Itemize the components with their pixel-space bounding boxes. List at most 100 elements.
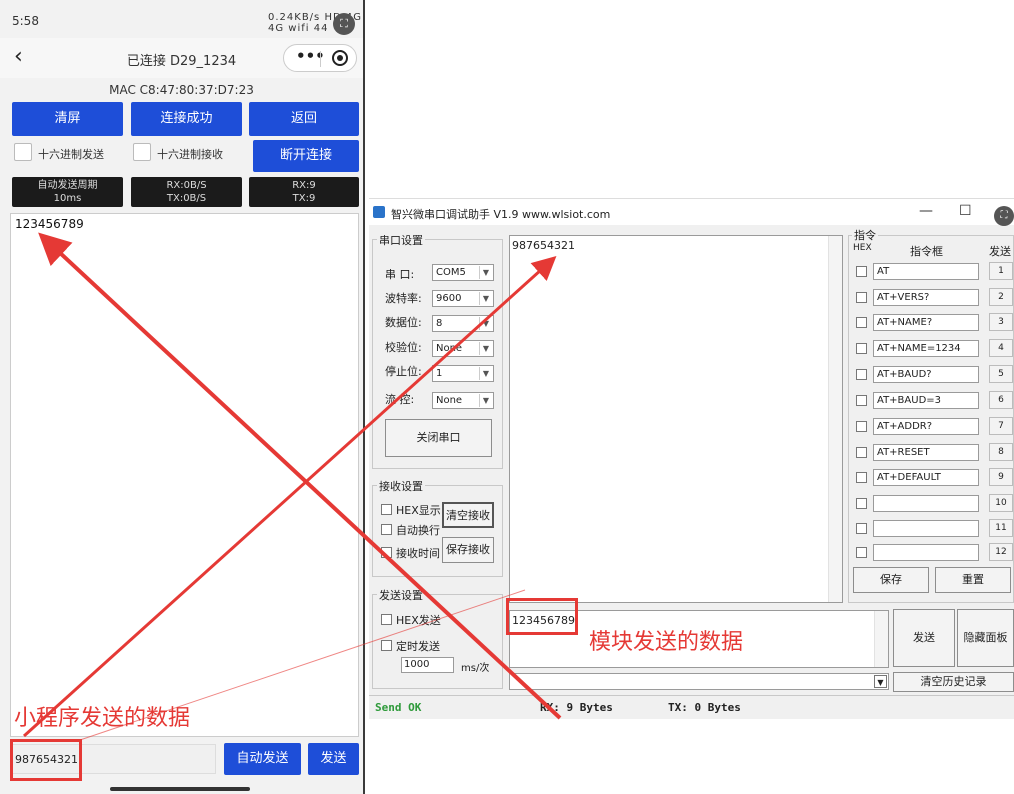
- chevron-down-icon: ▼: [874, 675, 887, 688]
- history-select[interactable]: ▼: [509, 673, 889, 690]
- chevron-down-icon: ▼: [479, 266, 492, 279]
- clear-receive-button[interactable]: 清空接收: [442, 502, 494, 528]
- nav-bar: ‹ 已连接 D29_1234 •••: [0, 38, 363, 78]
- cmd-input[interactable]: AT+VERS?: [873, 289, 979, 306]
- cmd-hex-checkbox[interactable]: [856, 547, 867, 558]
- baud-select[interactable]: 9600 ▼: [432, 290, 494, 307]
- hex-send-checkbox[interactable]: [381, 614, 392, 625]
- cmd-input[interactable]: AT+RESET: [873, 444, 979, 461]
- cmd-send-button[interactable]: 8: [989, 443, 1013, 461]
- clear-screen-button[interactable]: 清屏: [12, 102, 123, 136]
- cmd-input[interactable]: AT+DEFAULT: [873, 469, 979, 486]
- receive-area[interactable]: 123456789: [10, 213, 359, 737]
- mini-program-annotation: 小程序发送的数据: [14, 706, 191, 731]
- cmd-send-button[interactable]: 2: [989, 288, 1013, 306]
- cmd-hex-checkbox[interactable]: [856, 395, 867, 406]
- cmd-send-button[interactable]: 7: [989, 417, 1013, 435]
- cmd-save-button[interactable]: 保存: [853, 567, 929, 593]
- cmd-input[interactable]: AT: [873, 263, 979, 280]
- receive-scrollbar[interactable]: [828, 236, 842, 602]
- hide-panel-button[interactable]: 隐藏面板: [957, 609, 1014, 667]
- auto-period-value: 10ms: [53, 193, 82, 204]
- auto-send-button[interactable]: 自动发送: [224, 743, 301, 775]
- window-send-button[interactable]: 发送: [893, 609, 955, 667]
- send-scrollbar[interactable]: [874, 611, 888, 667]
- hex-send-checkbox[interactable]: [14, 143, 32, 161]
- baud-value: 9600: [436, 293, 462, 304]
- timed-send-checkbox[interactable]: [381, 640, 392, 651]
- cmd-hex-checkbox[interactable]: [856, 266, 867, 277]
- send-button[interactable]: 发送: [308, 743, 359, 775]
- cmd-send-button[interactable]: 5: [989, 365, 1013, 383]
- connect-status-button[interactable]: 连接成功: [131, 102, 242, 136]
- disconnect-button[interactable]: 断开连接: [253, 140, 359, 172]
- cmd-send-button[interactable]: 3: [989, 313, 1013, 331]
- databits-select[interactable]: 8 ▼: [432, 315, 494, 332]
- cmd-hex-checkbox[interactable]: [856, 369, 867, 380]
- cmd-input[interactable]: AT+ADDR?: [873, 418, 979, 435]
- cmd-hex-checkbox[interactable]: [856, 343, 867, 354]
- window-title: 智兴微串口调试助手 V1.9 www.wlsiot.com: [391, 208, 611, 221]
- port-value: COM5: [436, 267, 466, 278]
- screenshot-badge-icon: ⛶: [333, 13, 355, 35]
- chevron-down-icon: ▼: [479, 342, 492, 355]
- cmd-hex-checkbox[interactable]: [856, 523, 867, 534]
- parity-select[interactable]: None ▼: [432, 340, 494, 357]
- cmd-send-button[interactable]: 11: [989, 519, 1013, 537]
- auto-wrap-label: 自动换行: [396, 524, 440, 537]
- port-select[interactable]: COM5 ▼: [432, 264, 494, 281]
- recv-time-checkbox[interactable]: [381, 547, 392, 558]
- stopbits-value: 1: [436, 368, 443, 379]
- hex-display-checkbox[interactable]: [381, 504, 392, 515]
- cmd-hex-checkbox[interactable]: [856, 472, 867, 483]
- cmd-hex-checkbox[interactable]: [856, 292, 867, 303]
- close-mini-program-icon[interactable]: [332, 50, 348, 66]
- cmd-input[interactable]: AT+NAME=1234: [873, 340, 979, 357]
- minimize-icon[interactable]: —: [919, 203, 933, 219]
- cmd-input[interactable]: AT+NAME?: [873, 314, 979, 331]
- flow-select[interactable]: None ▼: [432, 392, 494, 409]
- databits-label: 数据位:: [385, 316, 422, 329]
- cmd-send-button[interactable]: 9: [989, 468, 1013, 486]
- close-port-button[interactable]: 关闭串口: [385, 419, 492, 457]
- auto-period-label: 自动发送周期: [37, 180, 98, 191]
- cmd-reset-button[interactable]: 重置: [935, 567, 1011, 593]
- cmd-input[interactable]: AT+BAUD=3: [873, 392, 979, 409]
- screenshot-badge-icon: ⛶: [994, 206, 1014, 226]
- hex-recv-checkbox[interactable]: [133, 143, 151, 161]
- command-title: 指令: [852, 227, 878, 243]
- mac-address: MAC C8:47:80:37:D7:23: [109, 83, 254, 97]
- home-indicator: [110, 787, 250, 791]
- cmd-hex-checkbox[interactable]: [856, 317, 867, 328]
- parity-label: 校验位:: [385, 341, 422, 354]
- cmd-hex-checkbox[interactable]: [856, 421, 867, 432]
- title-bar[interactable]: 智兴微串口调试助手 V1.9 www.wlsiot.com — ☐: [369, 199, 1014, 225]
- receive-pane[interactable]: 987654321: [509, 235, 843, 603]
- clear-history-button[interactable]: 清空历史记录: [893, 672, 1014, 692]
- cmd-input[interactable]: [873, 544, 979, 561]
- rate-tx: TX:0B/S: [166, 193, 207, 204]
- cmd-input[interactable]: AT+BAUD?: [873, 366, 979, 383]
- hex-send-label: 十六进制发送: [38, 148, 104, 161]
- cmd-send-button[interactable]: 12: [989, 543, 1013, 561]
- cmd-hex-checkbox[interactable]: [856, 498, 867, 509]
- cmd-send-button[interactable]: 6: [989, 391, 1013, 409]
- cmd-send-button[interactable]: 4: [989, 339, 1013, 357]
- auto-period-panel[interactable]: 自动发送周期 10ms: [12, 177, 123, 207]
- status-rx: RX: 9 Bytes: [540, 701, 613, 714]
- interval-input[interactable]: 1000: [401, 657, 454, 673]
- cmd-send-button[interactable]: 10: [989, 494, 1013, 512]
- maximize-icon[interactable]: ☐: [959, 203, 972, 219]
- cmd-input[interactable]: [873, 520, 979, 537]
- return-button[interactable]: 返回: [249, 102, 359, 136]
- cmd-send-button[interactable]: 1: [989, 262, 1013, 280]
- send-settings-title: 发送设置: [377, 587, 425, 603]
- cmd-input[interactable]: [873, 495, 979, 512]
- parity-value: None: [436, 343, 463, 354]
- save-receive-button[interactable]: 保存接收: [442, 537, 494, 563]
- auto-wrap-checkbox[interactable]: [381, 524, 392, 535]
- count-panel: RX:9 TX:9: [249, 177, 359, 207]
- hex-display-label: HEX显示: [396, 504, 441, 517]
- cmd-hex-checkbox[interactable]: [856, 447, 867, 458]
- stopbits-select[interactable]: 1 ▼: [432, 365, 494, 382]
